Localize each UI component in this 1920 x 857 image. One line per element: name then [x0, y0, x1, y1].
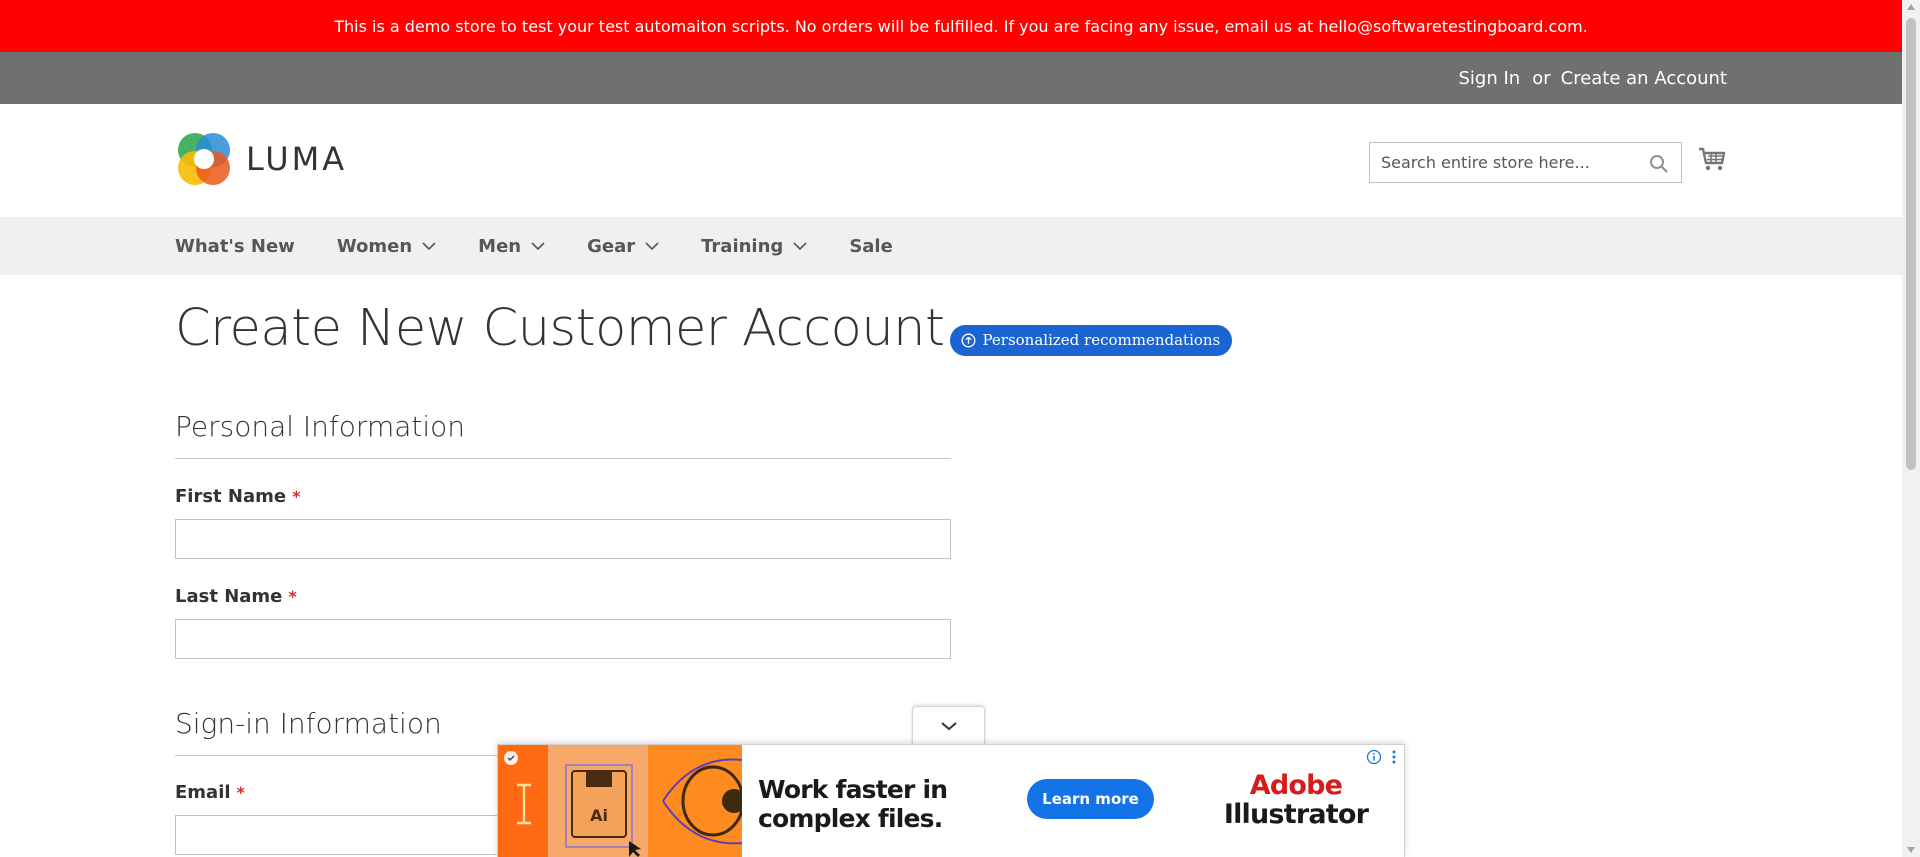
nav-item-label: Gear	[587, 235, 636, 257]
nav-item-label: Women	[336, 235, 413, 257]
last-name-label-text: Last Name	[175, 586, 283, 607]
nav-item-label: Training	[701, 235, 784, 257]
personalized-recommendations-button[interactable]: Personalized recommendations	[950, 324, 1233, 356]
ad-artwork: Ai	[498, 745, 742, 857]
demo-notice-banner: This is a demo store to test your test a…	[0, 0, 1902, 52]
ad-menu-icon[interactable]	[1390, 749, 1398, 765]
chevron-down-icon	[940, 722, 957, 731]
search-icon[interactable]	[1649, 154, 1669, 174]
site-header: LUMA	[0, 104, 1902, 217]
scroll-down-arrow-icon[interactable]	[1907, 847, 1915, 853]
ad-collapse-button[interactable]	[912, 706, 985, 745]
last-name-label: Last Name *	[175, 586, 297, 607]
email-label: Email *	[175, 782, 245, 803]
nav-item-women[interactable]: Women	[337, 236, 436, 257]
luma-logo[interactable]: LUMA	[176, 131, 347, 187]
cart-icon[interactable]	[1697, 144, 1727, 174]
required-mark: *	[236, 783, 245, 802]
ad-brand-line2: Illustrator	[1223, 799, 1369, 830]
plus-circle-icon	[962, 333, 976, 348]
required-mark: *	[292, 487, 301, 506]
required-mark: *	[288, 587, 297, 606]
account-links: Sign In or Create an Account	[1459, 52, 1728, 104]
chevron-down-icon	[793, 242, 807, 251]
learn-more-button[interactable]: Learn more	[1027, 779, 1154, 819]
page-title-row: Create New Customer Account Personalized…	[175, 299, 1233, 359]
logo-text: LUMA	[246, 140, 348, 178]
signin-info-heading: Sign-in Information	[175, 707, 442, 740]
nav-item-men[interactable]: Men	[478, 236, 545, 257]
create-account-link[interactable]: Create an Account	[1561, 68, 1727, 89]
nav-item-sale[interactable]: Sale	[849, 236, 893, 257]
ad-banner[interactable]: Ai Work faster in complex files. Learn m…	[497, 744, 1405, 857]
chevron-down-icon	[422, 242, 436, 251]
demo-notice-text: This is a demo store to test your test a…	[334, 16, 1588, 36]
ad-headline: Work faster in complex files.	[758, 775, 948, 833]
ad-brand-line1: Adobe	[1249, 770, 1343, 801]
first-name-label-text: First Name	[175, 486, 287, 507]
scroll-up-arrow-icon[interactable]	[1907, 4, 1915, 10]
ad-info-icon[interactable]	[1366, 749, 1382, 765]
nav-item-whats-new[interactable]: What's New	[175, 236, 295, 257]
ad-art-label: Ai	[590, 806, 608, 825]
chevron-down-icon	[531, 242, 545, 251]
chevron-down-icon	[645, 242, 659, 251]
page-scrollbar[interactable]	[1902, 0, 1920, 857]
section-divider	[175, 458, 951, 459]
nav-item-training[interactable]: Training	[701, 236, 807, 257]
email-label-text: Email	[175, 782, 231, 803]
personal-info-heading: Personal Information	[175, 410, 466, 443]
nav-item-label: Sale	[849, 235, 893, 257]
search-box	[1369, 142, 1682, 183]
first-name-field[interactable]	[175, 519, 951, 559]
nav-item-gear[interactable]: Gear	[587, 236, 659, 257]
last-name-field[interactable]	[175, 619, 951, 659]
ad-brand: Adobe Illustrator	[1216, 771, 1376, 829]
first-name-label: First Name *	[175, 486, 300, 507]
main-navigation: What's New Women Men Gear Training Sale	[0, 217, 1902, 275]
top-links-bar: Sign In or Create an Account	[0, 52, 1902, 104]
nav-item-label: Men	[478, 235, 522, 257]
sign-in-link[interactable]: Sign In	[1459, 68, 1521, 89]
page-title: Create New Customer Account	[175, 299, 945, 358]
scrollbar-thumb[interactable]	[1906, 18, 1916, 470]
nav-item-label: What's New	[175, 235, 295, 257]
reco-badge-label: Personalized recommendations	[982, 331, 1221, 350]
luma-logo-icon	[178, 133, 230, 185]
page-root: This is a demo store to test your test a…	[0, 0, 1920, 857]
or-separator: or	[1532, 67, 1551, 89]
search-input[interactable]	[1370, 143, 1681, 182]
